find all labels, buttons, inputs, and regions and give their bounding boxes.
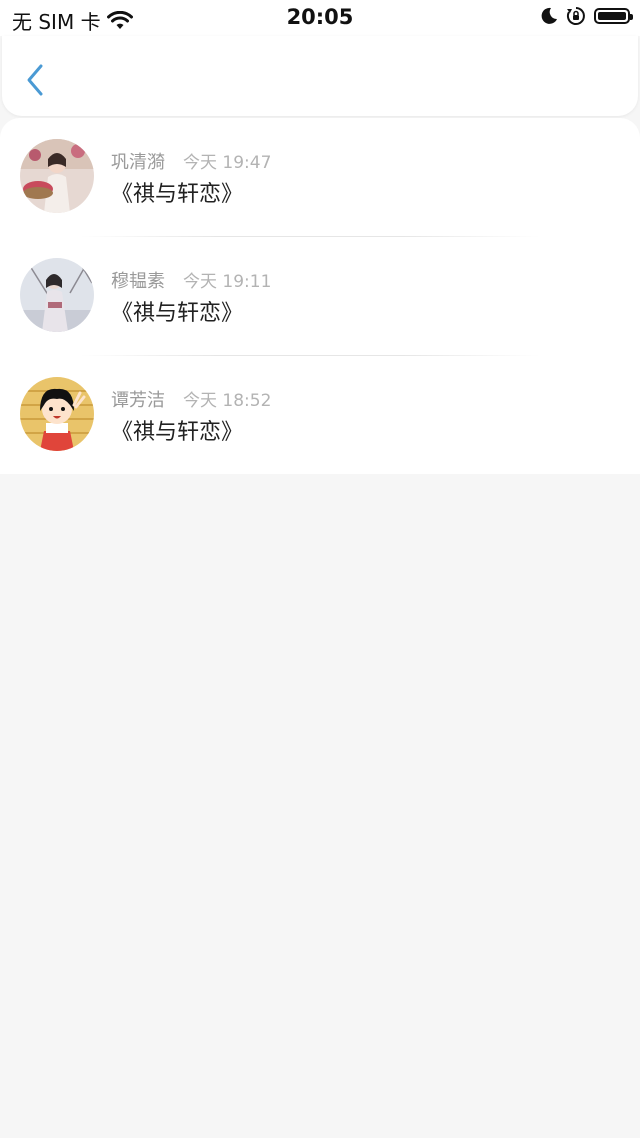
comment-time: 今天 18:52 bbox=[183, 391, 272, 411]
battery-icon bbox=[594, 8, 633, 24]
comment-meta: 巩清漪 今天 19:47 bbox=[111, 148, 271, 174]
comment-text: 《祺与轩恋》 bbox=[111, 420, 244, 445]
commenter-name[interactable]: 谭芳洁 bbox=[111, 386, 165, 412]
comment-time: 今天 19:47 bbox=[183, 153, 272, 173]
chevron-left-icon bbox=[27, 64, 43, 96]
comment-time: 今天 19:11 bbox=[183, 272, 272, 292]
comment-list: 巩清漪 今天 19:47 《祺与轩恋》 穆韫素 今天 19:11 《祺与轩恋》 bbox=[0, 118, 640, 474]
avatar[interactable] bbox=[20, 377, 94, 451]
comment-text: 《祺与轩恋》 bbox=[111, 182, 244, 207]
commenter-name[interactable]: 穆韫素 bbox=[111, 267, 165, 293]
avatar[interactable] bbox=[20, 139, 94, 213]
list-item[interactable]: 穆韫素 今天 19:11 《祺与轩恋》 bbox=[0, 237, 640, 356]
battery-level bbox=[598, 12, 626, 20]
avatar[interactable] bbox=[20, 258, 94, 332]
rotation-lock-icon bbox=[566, 7, 585, 25]
comment-meta: 谭芳洁 今天 18:52 bbox=[111, 386, 271, 412]
commenter-name[interactable]: 巩清漪 bbox=[111, 148, 165, 174]
status-icons bbox=[540, 6, 633, 26]
status-bar: 无 SIM 卡 20:05 bbox=[0, 0, 640, 36]
list-item[interactable]: 谭芳洁 今天 18:52 《祺与轩恋》 bbox=[0, 356, 640, 475]
nav-bar bbox=[2, 36, 638, 116]
moon-icon bbox=[541, 7, 557, 24]
comment-text: 《祺与轩恋》 bbox=[111, 301, 244, 326]
back-button[interactable] bbox=[22, 62, 50, 98]
comment-meta: 穆韫素 今天 19:11 bbox=[111, 267, 271, 293]
list-item[interactable]: 巩清漪 今天 19:47 《祺与轩恋》 bbox=[0, 118, 640, 237]
